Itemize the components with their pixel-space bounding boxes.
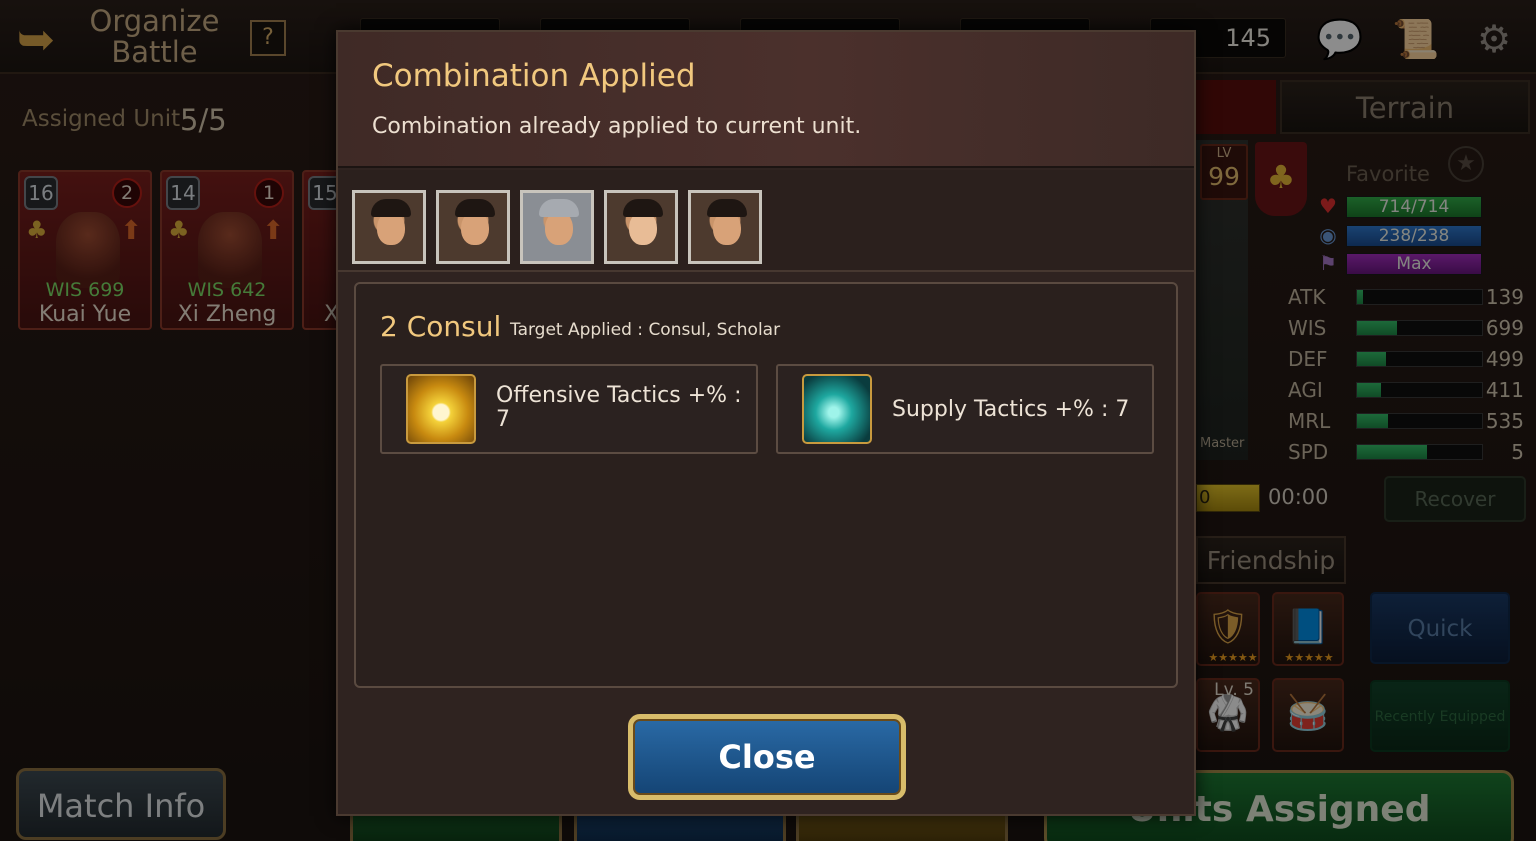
supply-tactics-icon xyxy=(802,374,872,444)
modal-title: Combination Applied xyxy=(372,58,696,94)
effect-text: Offensive Tactics +% : 7 xyxy=(496,383,742,432)
close-button[interactable]: Close xyxy=(628,714,906,800)
combination-modal: Combination Applied Combination already … xyxy=(336,30,1196,816)
portrait-hair xyxy=(623,199,663,217)
effect-offensive-tactics: Offensive Tactics +% : 7 xyxy=(380,364,758,454)
general-portrait-5[interactable] xyxy=(688,190,762,264)
effect-text: Supply Tactics +% : 7 xyxy=(892,397,1130,422)
general-portrait-3[interactable] xyxy=(520,190,594,264)
modal-description: Combination already applied to current u… xyxy=(372,114,862,139)
portrait-helmet xyxy=(539,199,579,217)
portrait-hair xyxy=(455,199,495,217)
portrait-hair xyxy=(371,199,411,217)
combination-target: Target Applied : Consul, Scholar xyxy=(510,320,781,340)
game-screen: ➥ Organize Battle ? 145 💬 📜 ⚙ Assigned U… xyxy=(0,0,1536,841)
portrait-strip xyxy=(338,170,1194,272)
general-portrait-2[interactable] xyxy=(436,190,510,264)
combination-name: 2 Consul xyxy=(380,310,502,343)
offensive-tactics-icon xyxy=(406,374,476,444)
modal-header: Combination Applied Combination already … xyxy=(338,32,1194,168)
portrait-hair xyxy=(707,199,747,217)
general-portrait-4[interactable] xyxy=(604,190,678,264)
effect-supply-tactics: Supply Tactics +% : 7 xyxy=(776,364,1154,454)
combination-panel: 2 Consul Target Applied : Consul, Schola… xyxy=(354,282,1178,688)
general-portrait-1[interactable] xyxy=(352,190,426,264)
